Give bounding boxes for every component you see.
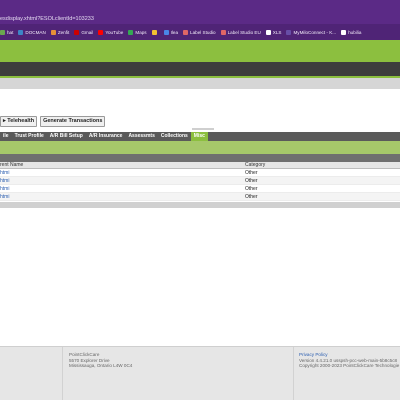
bookmark-item[interactable]: hubilia (341, 29, 362, 35)
bookmark-favicon-icon (18, 29, 24, 35)
bookmark-item[interactable]: hat (0, 29, 14, 35)
bookmark-label: hat (7, 29, 14, 35)
bookmark-item[interactable]: XLS (265, 29, 282, 35)
sub-navigation-bar (0, 78, 400, 89)
bookmark-favicon-icon (151, 29, 157, 35)
document-category: Other (245, 178, 258, 184)
document-name-link[interactable]: htmi (0, 193, 245, 200)
table-row[interactable]: htmi Other (0, 185, 400, 193)
bookmark-label: Maps (135, 29, 147, 35)
tab-content-header (0, 141, 400, 154)
url-text[interactable]: esdisplay.xhtml?ESOLclientId=103233 (0, 16, 94, 23)
tab-ile[interactable]: ile (0, 132, 12, 141)
tab-a-r-bill-setup[interactable]: A/R Bill Setup (47, 132, 86, 141)
document-category: Other (245, 186, 258, 192)
bookmark-item[interactable]: MyMiloConnect - K... (286, 29, 337, 35)
bookmark-favicon-icon (50, 29, 56, 35)
footer-company-info: PointClickCare 5570 Explorer Drive Missi… (69, 352, 132, 369)
tab-assessmts[interactable]: Assessmts (125, 132, 157, 141)
bookmark-item[interactable]: Gmail (74, 29, 94, 35)
generate-transactions-button[interactable]: Generate Transactions (40, 116, 106, 127)
bookmark-item[interactable] (151, 29, 159, 35)
bookmark-label: Zenfit (57, 29, 70, 35)
footer-copyright: Copyright 2000-2023 PointClickCare Techn… (299, 363, 400, 369)
page-footer: PointClickCare 5570 Explorer Drive Missi… (0, 346, 400, 400)
bookmark-item[interactable]: Zenfit (50, 29, 70, 35)
footer-divider (62, 347, 63, 400)
column-header-category[interactable]: Category (245, 162, 400, 168)
bookmark-label: MyMiloConnect - K... (293, 29, 337, 35)
bookmark-item[interactable]: YouTube (98, 29, 124, 35)
bookmark-item[interactable]: Label Studio EU (220, 29, 261, 35)
bookmark-favicon-icon (98, 29, 104, 35)
table-footer-bar (0, 202, 400, 208)
footer-divider-2 (293, 347, 294, 400)
bookmark-label: XLS (272, 29, 282, 35)
table-header: rent Name Category (0, 162, 400, 169)
bookmark-label: Ilea (170, 29, 179, 35)
table-row[interactable]: htmi Other (0, 177, 400, 185)
profile-tabs: ile Trust Profile A/R Bill Setup A/R Insura… (0, 132, 400, 141)
tab-collections[interactable]: Collections (158, 132, 191, 141)
horizontal-scroll-handle[interactable] (192, 128, 214, 130)
bookmark-label: Gmail (81, 29, 94, 35)
bookmark-label: YouTube (105, 29, 124, 35)
app-header-bar (0, 40, 400, 62)
bookmark-label: DOCMAN (25, 29, 46, 35)
tab-trust-profile[interactable]: Trust Profile (12, 132, 47, 141)
app-navigation-bar (0, 62, 400, 76)
bookmark-label: hubilia (348, 29, 362, 35)
footer-address-2: Mississauga, Ontario L4W 0C4 (69, 363, 133, 369)
browser-address-bar[interactable]: esdisplay.xhtml?ESOLclientId=103233 (0, 0, 400, 24)
app-page: esdisplay.xhtml?ESOLclientId=103233 hat D… (0, 0, 400, 400)
bookmark-favicon-icon (286, 29, 292, 35)
bookmarks-bar: hat DOCMAN Zenfit Gmail YouTube Maps Ilea Label… (0, 24, 400, 40)
bookmark-item[interactable]: Ilea (163, 29, 179, 35)
bookmark-item[interactable]: Maps (128, 29, 147, 35)
footer-legal: Privacy Policy Version 4.4.21.0 usspsh-p… (299, 352, 399, 369)
tab-a-r-insurance[interactable]: A/R Insurance (86, 132, 126, 141)
documents-table: rent Name Category htmi Other htmi Other htm… (0, 162, 400, 201)
bookmark-favicon-icon (128, 29, 134, 35)
bookmark-label: Label Studio (190, 29, 216, 35)
bookmark-favicon-icon (163, 29, 169, 35)
bookmark-label: Label Studio EU (227, 29, 261, 35)
telehealth-button-label: Telehealth (7, 118, 35, 124)
bookmark-favicon-icon (0, 29, 5, 35)
document-category: Other (245, 170, 258, 176)
table-row[interactable]: htmi Other (0, 169, 400, 177)
column-header-name[interactable]: rent Name (0, 162, 245, 168)
tab-content-toolbar (0, 154, 400, 162)
bookmark-favicon-icon (183, 29, 189, 35)
table-row[interactable]: htmi Other (0, 193, 400, 201)
bookmark-item[interactable]: Label Studio (183, 29, 216, 35)
bookmark-favicon-icon (74, 29, 80, 35)
bookmark-favicon-icon (341, 29, 347, 35)
bookmark-favicon-icon (220, 29, 226, 35)
document-name-link[interactable]: htmi (0, 185, 245, 192)
document-name-link[interactable]: htmi (0, 177, 245, 184)
document-name-link[interactable]: htmi (0, 169, 245, 176)
tab-misc[interactable]: Misc (190, 132, 208, 141)
bookmark-favicon-icon (265, 29, 271, 35)
bookmark-item[interactable]: DOCMAN (18, 29, 46, 35)
action-buttons: ▸ Telehealth Generate Transactions (0, 116, 106, 127)
telehealth-button[interactable]: ▸ Telehealth (0, 116, 38, 127)
document-category: Other (245, 194, 258, 200)
